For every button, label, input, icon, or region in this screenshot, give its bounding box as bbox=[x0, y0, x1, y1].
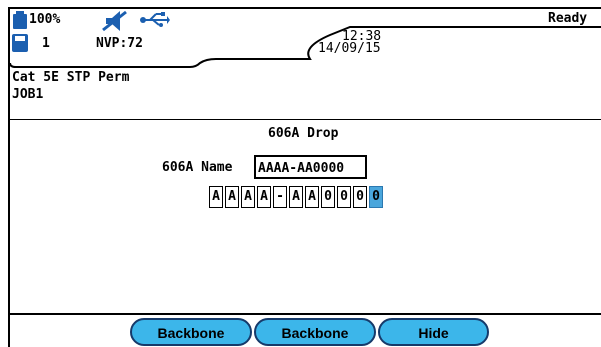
char-cell[interactable]: - bbox=[273, 186, 287, 208]
char-cell[interactable]: 0 bbox=[353, 186, 367, 208]
char-cell[interactable]: 0 bbox=[369, 186, 383, 208]
page-title: 606A Drop bbox=[268, 126, 339, 141]
softkey-divider bbox=[10, 313, 601, 315]
char-cell[interactable]: A bbox=[225, 186, 239, 208]
backbone-button-1[interactable]: Backbone bbox=[130, 318, 252, 346]
job-info: Cat 5E STP Perm JOB1 bbox=[10, 69, 601, 120]
speaker-muted-icon bbox=[102, 10, 127, 32]
char-cell[interactable]: A bbox=[241, 186, 255, 208]
ready-status: Ready bbox=[548, 11, 588, 26]
clock-date: 14/09/15 bbox=[318, 41, 381, 56]
battery-percent: 100% bbox=[29, 12, 61, 27]
char-cell[interactable]: A bbox=[305, 186, 319, 208]
char-cell[interactable]: 0 bbox=[321, 186, 335, 208]
name-field[interactable]: AAAA-AA0000 bbox=[254, 155, 367, 179]
hide-button[interactable]: Hide bbox=[378, 318, 489, 346]
usb-icon bbox=[140, 12, 170, 27]
status-bar: 100% Ready 1 NVP:72 12:38 14/09/15 bbox=[10, 7, 601, 68]
name-field-value: AAAA-AA0000 bbox=[258, 161, 345, 176]
battery-icon bbox=[13, 11, 27, 29]
char-cell[interactable]: 0 bbox=[337, 186, 351, 208]
char-cell[interactable]: A bbox=[209, 186, 223, 208]
backbone-button-2[interactable]: Backbone bbox=[254, 318, 376, 346]
tester-screen: 100% Ready 1 NVP:72 12:38 14/09/15 Cat 5… bbox=[8, 7, 601, 347]
nvp-value: NVP:72 bbox=[96, 36, 143, 51]
memory-count: 1 bbox=[42, 36, 50, 51]
job-name: JOB1 bbox=[12, 87, 44, 102]
main-panel: 606A Drop 606A Name AAAA-AA0000 AAAA-AA0… bbox=[10, 120, 601, 315]
character-editor[interactable]: AAAA-AA0000 bbox=[209, 186, 385, 210]
memory-icon bbox=[12, 34, 28, 52]
test-standard: Cat 5E STP Perm bbox=[12, 70, 130, 85]
name-label: 606A Name bbox=[162, 160, 233, 175]
char-cell[interactable]: A bbox=[257, 186, 271, 208]
char-cell[interactable]: A bbox=[289, 186, 303, 208]
